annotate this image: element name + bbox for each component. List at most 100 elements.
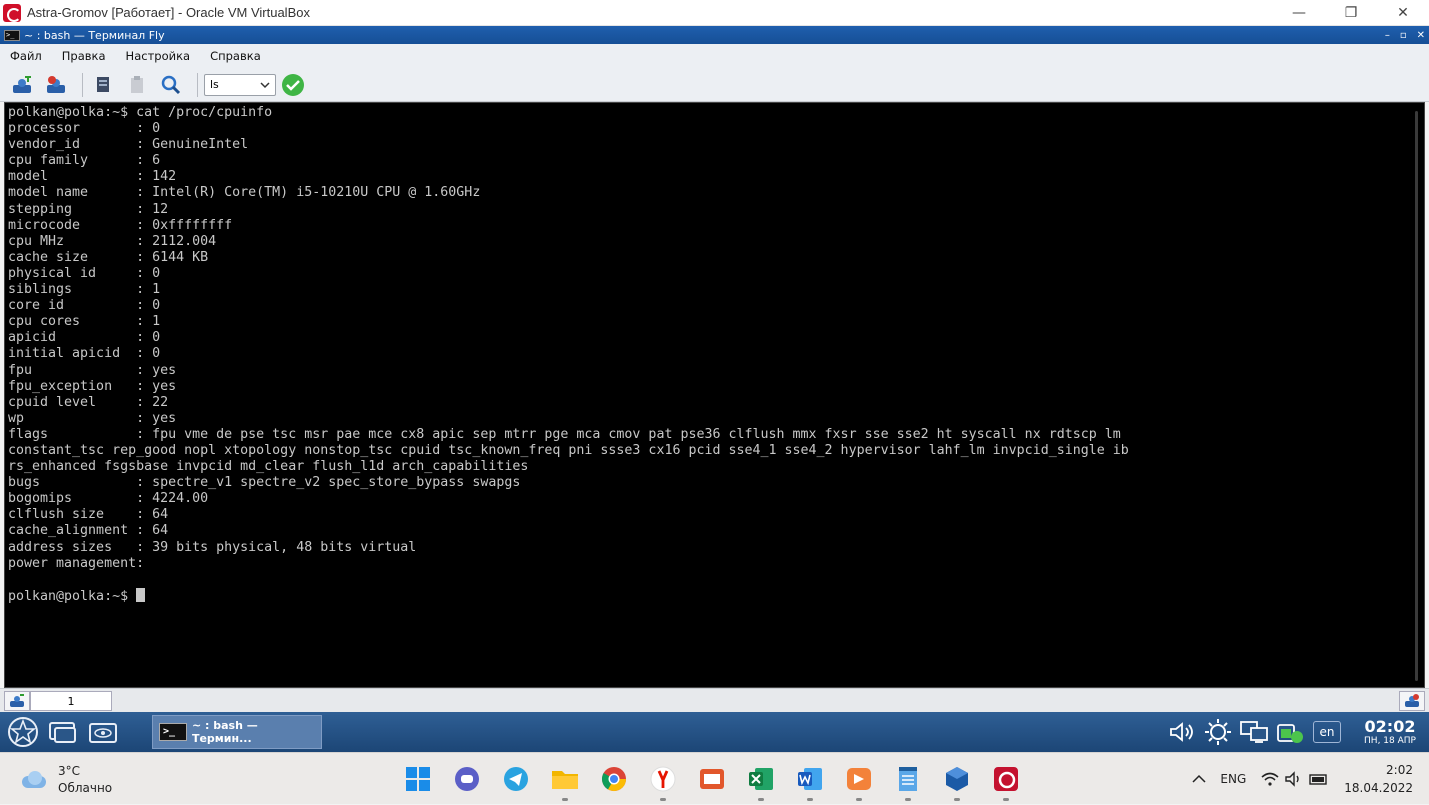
new-tab-icon — [10, 694, 24, 707]
execute-command-button[interactable] — [282, 73, 304, 96]
eye-folder-icon — [89, 723, 117, 743]
search-icon — [161, 75, 181, 94]
telegram-button[interactable] — [498, 761, 534, 797]
start-menu-button[interactable] — [6, 717, 40, 747]
window-title: Astra-Gromov [Работает] - Oracle VM Virt… — [27, 5, 310, 20]
paste-button[interactable] — [123, 71, 151, 99]
weather-temperature: 3°C — [58, 764, 81, 778]
telegram-icon — [504, 767, 528, 791]
menu-bar: Файл Правка Настройка Справка — [0, 44, 1429, 68]
close-session-button[interactable] — [42, 71, 70, 99]
menu-help[interactable]: Справка — [210, 49, 261, 63]
menu-settings[interactable]: Настройка — [126, 49, 191, 63]
windows-icon — [49, 722, 76, 743]
new-session-icon — [13, 75, 31, 93]
session-tab-bar: 1 — [0, 688, 1429, 712]
yandex-browser-button[interactable] — [645, 761, 681, 801]
fly-clock-time: 02:02 — [1364, 716, 1416, 736]
copy-button[interactable] — [89, 71, 117, 99]
network-monitors-icon — [1240, 721, 1268, 743]
menu-edit[interactable]: Правка — [62, 49, 106, 63]
fly-panel: >_ ~ : bash — Термин... en 02:02 ПН, 18 … — [0, 712, 1429, 752]
running-indicator — [807, 798, 813, 801]
chrome-icon — [601, 767, 626, 792]
network-button[interactable] — [1239, 717, 1269, 747]
presentation-app-button[interactable] — [841, 761, 877, 801]
astra-vm-button[interactable] — [988, 761, 1024, 801]
teams-chat-button[interactable] — [449, 761, 485, 797]
battery-button[interactable] — [1275, 717, 1305, 747]
new-tab-button[interactable] — [4, 691, 30, 711]
folder-icon — [552, 771, 578, 789]
fly-clock[interactable]: 02:02 ПН, 18 АПР — [1351, 716, 1429, 746]
fly-system-tray: en 02:02 ПН, 18 АПР — [1167, 712, 1429, 752]
input-language-indicator[interactable]: ENG — [1220, 772, 1246, 786]
terminal-minimize-button[interactable]: – — [1385, 30, 1390, 41]
battery-plug-icon — [1277, 724, 1303, 743]
network-volume-battery-button[interactable] — [1260, 770, 1330, 788]
terminal-maximize-button[interactable]: ▫ — [1400, 30, 1407, 41]
virtualbox-app-icon — [3, 3, 21, 22]
session-tab[interactable]: 1 — [30, 691, 112, 711]
file-explorer-button[interactable] — [547, 761, 583, 801]
menu-file[interactable]: Файл — [10, 49, 42, 63]
virtualbox-button[interactable] — [939, 761, 975, 801]
windows-system-tray: ENG 2:02 18.04.2022 — [1192, 753, 1429, 805]
chevron-up-icon — [1192, 774, 1206, 783]
terminal-icon: >_ — [4, 29, 20, 41]
taskbar-apps — [400, 761, 1024, 801]
wifi-volume-battery-icons — [1261, 771, 1327, 787]
new-session-button[interactable] — [8, 71, 36, 99]
notepad-icon — [899, 767, 917, 791]
ec-app-button[interactable] — [694, 761, 730, 797]
keyboard-layout-indicator[interactable]: en — [1313, 721, 1341, 743]
virtualbox-title-bar: Astra-Gromov [Работает] - Oracle VM Virt… — [0, 0, 1429, 26]
word-button[interactable] — [792, 761, 828, 801]
running-indicator — [856, 798, 862, 801]
terminal-cursor — [136, 587, 146, 602]
minimize-button[interactable]: — — [1273, 0, 1325, 26]
terminal-scrollbar[interactable] — [1415, 111, 1418, 681]
running-indicator — [758, 798, 764, 801]
windows-clock[interactable]: 2:02 18.04.2022 — [1344, 761, 1413, 797]
windows-clock-time: 2:02 — [1386, 763, 1413, 777]
windows-start-button[interactable] — [400, 761, 436, 797]
windows-taskbar: 3°C Облачно ENG 2:02 18.04.2022 — [0, 752, 1429, 804]
fly-clock-date: ПН, 18 АПР — [1364, 735, 1416, 746]
command-combobox[interactable]: ls — [204, 73, 276, 96]
running-indicator — [1003, 798, 1009, 801]
terminal-close-button[interactable]: ✕ — [1417, 30, 1425, 41]
taskbar-terminal-label: ~ : bash — Термин... — [191, 719, 258, 745]
chat-icon — [455, 767, 479, 791]
chrome-button[interactable] — [596, 761, 632, 797]
taskbar-terminal-item[interactable]: >_ ~ : bash — Термин... — [152, 715, 322, 749]
weather-description: Облачно — [58, 781, 113, 795]
windows-clock-date: 18.04.2022 — [1344, 781, 1413, 795]
terminal-prompt: polkan@polka:~$ — [8, 588, 137, 604]
command-combobox-value: ls — [210, 78, 219, 91]
fly-terminal-title-bar: >_ ~ : bash — Терминал Fly – ▫ ✕ — [0, 26, 1429, 44]
terminal-window-title: ~ : bash — Терминал Fly — [24, 28, 165, 42]
close-tab-button[interactable] — [1399, 691, 1425, 711]
close-button[interactable]: ✕ — [1377, 0, 1429, 26]
terminal-text: polkan@polka:~$ cat /proc/cpuinfo proces… — [8, 105, 1129, 604]
volume-button[interactable] — [1167, 717, 1197, 747]
terminal-task-icon: >_ — [159, 723, 187, 741]
restore-button[interactable]: ❐ — [1325, 0, 1377, 26]
excel-icon — [749, 768, 773, 790]
show-hidden-icons-button[interactable] — [1192, 774, 1206, 784]
toolbar: ls — [0, 68, 1429, 102]
brightness-icon — [1205, 719, 1231, 745]
desktop-switcher-button[interactable] — [86, 717, 120, 747]
excel-button[interactable] — [743, 761, 779, 801]
yandex-icon — [650, 766, 676, 792]
weather-widget[interactable]: 3°C Облачно — [20, 763, 112, 797]
windows-logo-icon — [406, 767, 430, 791]
brightness-button[interactable] — [1203, 717, 1233, 747]
terminal-output[interactable]: polkan@polka:~$ cat /proc/cpuinfo proces… — [4, 102, 1425, 688]
word-icon — [798, 768, 822, 790]
show-desktop-button[interactable] — [46, 717, 80, 747]
notepad-button[interactable] — [890, 761, 926, 801]
find-button[interactable] — [157, 71, 185, 99]
ec-app-icon — [700, 769, 724, 789]
